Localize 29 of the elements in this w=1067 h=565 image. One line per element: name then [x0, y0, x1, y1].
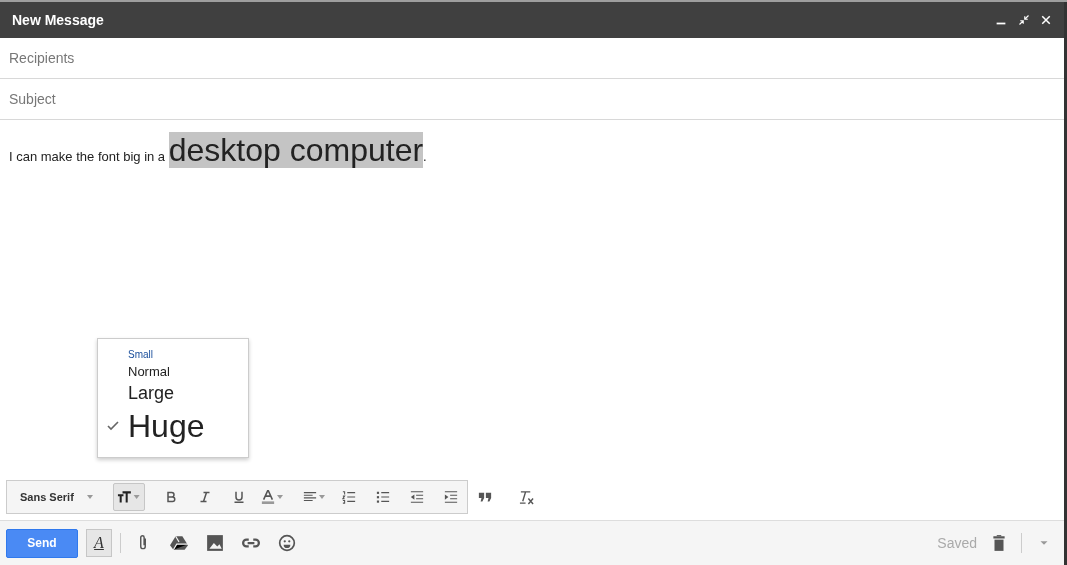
indent-more-icon[interactable] — [443, 490, 458, 504]
align-icon[interactable] — [302, 490, 317, 504]
close-icon[interactable] — [1040, 14, 1052, 26]
underline-icon[interactable] — [232, 491, 245, 503]
emoji-icon[interactable] — [278, 534, 296, 552]
drive-icon[interactable] — [170, 534, 188, 552]
italic-icon[interactable] — [198, 491, 211, 503]
bold-icon[interactable] — [164, 491, 177, 503]
menu-item[interactable]: Huge — [98, 406, 248, 447]
caret-icon — [85, 494, 94, 500]
collapse-icon[interactable] — [1018, 14, 1030, 26]
window-title: New Message — [12, 12, 105, 28]
message-text: I can make the font big in a desktop computer. — [9, 132, 428, 169]
menu-item[interactable]: Large — [98, 381, 248, 406]
quote-icon[interactable] — [477, 490, 492, 504]
saved-status: Saved — [937, 535, 977, 551]
indent-less-icon[interactable] — [409, 490, 424, 504]
text-color-icon[interactable] — [260, 490, 275, 504]
bulleted-list-icon[interactable] — [375, 490, 390, 504]
text-size-icon[interactable] — [116, 489, 132, 505]
font-dropdown[interactable]: Sans Serif — [11, 484, 103, 510]
clear-formatting-icon[interactable] — [519, 489, 535, 505]
formatting-button[interactable]: A — [86, 529, 112, 557]
menu-item[interactable]: Normal — [98, 362, 248, 381]
numbered-list-icon[interactable] — [341, 490, 356, 504]
image-icon[interactable] — [206, 534, 224, 552]
menu-item[interactable]: Small — [98, 347, 248, 362]
trash-icon[interactable] — [990, 534, 1008, 552]
check-icon — [107, 419, 119, 432]
